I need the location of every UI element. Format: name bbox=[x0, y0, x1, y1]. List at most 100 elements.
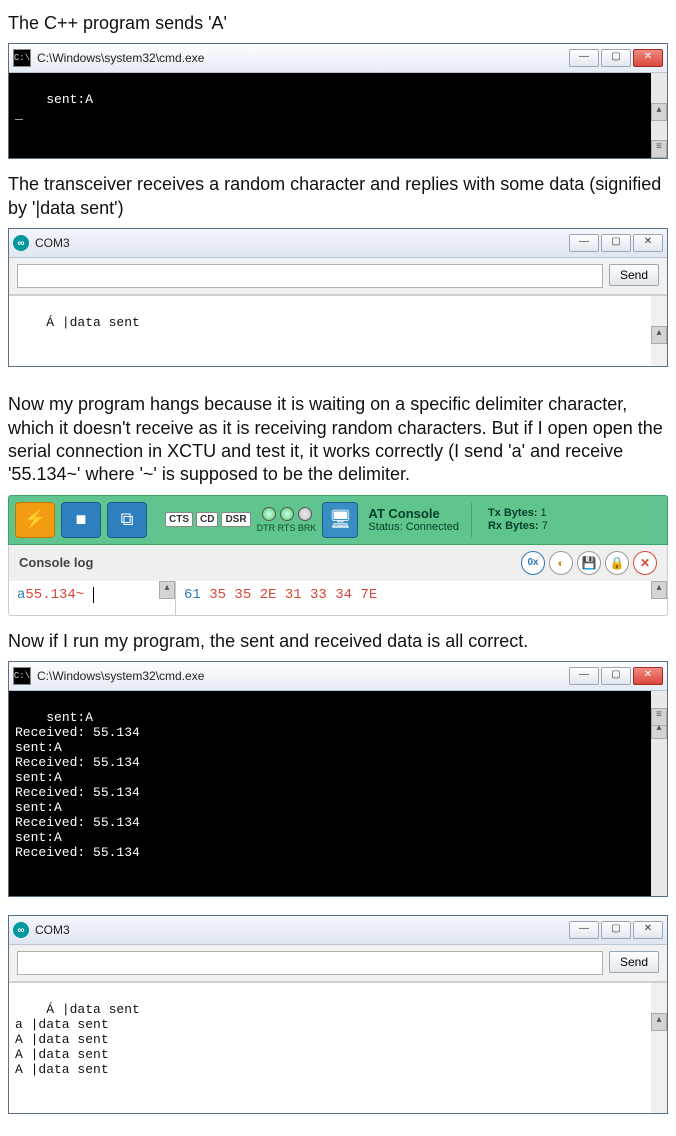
monitor-button[interactable]: 🖥 bbox=[322, 502, 358, 538]
cmd-output-text: sent:A _ bbox=[15, 92, 93, 122]
tx-value: 1 bbox=[541, 507, 547, 519]
serial-monitor-1: ∞ COM3 — ▢ ✕ Send Á |data sent ▴ bbox=[8, 228, 668, 367]
minimize-button[interactable]: — bbox=[569, 921, 599, 939]
serial-title: COM3 bbox=[35, 923, 569, 937]
serial-toolbar: Send bbox=[9, 258, 667, 295]
hex-toggle-button[interactable]: 0x bbox=[521, 551, 545, 575]
line-indicators: CTS CD DSR bbox=[165, 512, 251, 527]
serial-input[interactable] bbox=[17, 264, 603, 288]
connect-button[interactable]: ⚡ bbox=[15, 502, 55, 538]
tx-label: Tx Bytes: bbox=[488, 507, 538, 519]
cmd-title: C:\Windows\system32\cmd.exe bbox=[37, 669, 569, 683]
close-button[interactable]: ✕ bbox=[633, 234, 663, 252]
close-icon: ✕ bbox=[640, 556, 650, 570]
maximize-button[interactable]: ▢ bbox=[601, 234, 631, 252]
serial-output-text: Á |data sent bbox=[46, 315, 140, 330]
clear-icon: ◐ bbox=[557, 556, 564, 570]
monitor-icon: 🖥 bbox=[329, 509, 352, 530]
serial-title: COM3 bbox=[35, 236, 569, 250]
minimize-button[interactable]: — bbox=[569, 667, 599, 685]
scroll-up-icon[interactable]: ▴ bbox=[651, 1013, 667, 1031]
detach-button[interactable]: ⧉ bbox=[107, 502, 147, 538]
cts-indicator: CTS bbox=[165, 512, 193, 527]
clear-button[interactable]: ◐ bbox=[549, 551, 573, 575]
scrollbar[interactable]: ▴ bbox=[651, 296, 667, 366]
cmd-output: sent:A _ ▴ ≡ bbox=[9, 73, 667, 158]
scroll-down-icon[interactable]: ≡ bbox=[651, 140, 667, 158]
cmd-titlebar: C:\ C:\Windows\system32\cmd.exe — ▢ ✕ bbox=[9, 662, 667, 691]
serial-input[interactable] bbox=[17, 951, 603, 975]
send-button[interactable]: Send bbox=[609, 951, 659, 973]
console-log-header: Console log 0x ◐ 💾 🔒 ✕ bbox=[8, 545, 668, 581]
hex-sent: 61 bbox=[184, 587, 201, 603]
scrollbar[interactable]: ▴ ≡ bbox=[651, 691, 667, 896]
text-caret-icon bbox=[84, 587, 93, 603]
maximize-button[interactable]: ▢ bbox=[601, 921, 631, 939]
paragraph-1: The C++ program sends 'A' bbox=[8, 12, 668, 35]
byte-counters: Tx Bytes: 1 Rx Bytes: 7 bbox=[488, 507, 548, 533]
xctu-panel: ⚡ ■ ⧉ CTS CD DSR DTR RTS BRK 🖥 bbox=[8, 495, 668, 616]
minimize-button[interactable]: — bbox=[569, 49, 599, 67]
hex-received: 35 35 2E 31 33 34 7E bbox=[209, 587, 377, 603]
close-button[interactable]: ✕ bbox=[633, 49, 663, 67]
serial-monitor-2: ∞ COM3 — ▢ ✕ Send Á |data sent a |data s… bbox=[8, 915, 668, 1114]
dsr-indicator: DSR bbox=[221, 512, 250, 527]
cmd-window-2: C:\ C:\Windows\system32\cmd.exe — ▢ ✕ se… bbox=[8, 661, 668, 897]
scroll-up-icon[interactable]: ▴ bbox=[651, 581, 667, 599]
close-console-button[interactable]: ✕ bbox=[633, 551, 657, 575]
scroll-up-icon[interactable]: ▴ bbox=[651, 326, 667, 344]
maximize-button[interactable]: ▢ bbox=[601, 49, 631, 67]
scrollbar[interactable]: ▴ ≡ bbox=[651, 73, 667, 158]
paragraph-2: The transceiver receives a random charac… bbox=[8, 173, 668, 220]
status-label: Status: bbox=[368, 521, 402, 533]
rts-led-icon[interactable] bbox=[280, 507, 294, 521]
dtr-led-icon[interactable] bbox=[262, 507, 276, 521]
led-group: DTR RTS BRK bbox=[257, 507, 317, 533]
serial-output: Á |data sent ▴ bbox=[9, 295, 667, 366]
lock-button[interactable]: 🔒 bbox=[605, 551, 629, 575]
xctu-toolbar: ⚡ ■ ⧉ CTS CD DSR DTR RTS BRK 🖥 bbox=[8, 495, 668, 545]
console-log-body: a55.134~ ▴ 61 35 35 2E 31 33 34 7E ▴ bbox=[8, 581, 668, 616]
close-button[interactable]: ✕ bbox=[633, 667, 663, 685]
scroll-up-icon[interactable]: ▴ bbox=[651, 103, 667, 121]
record-button[interactable]: ■ bbox=[61, 502, 101, 538]
scrollbar[interactable]: ▴ bbox=[651, 983, 667, 1113]
cmd-titlebar: C:\ C:\Windows\system32\cmd.exe — ▢ ✕ bbox=[9, 44, 667, 73]
paragraph-4: Now if I run my program, the sent and re… bbox=[8, 630, 668, 653]
minimize-button[interactable]: — bbox=[569, 234, 599, 252]
plug-icon: ⚡ bbox=[24, 509, 46, 530]
status-block: AT Console Status: Connected bbox=[368, 507, 459, 533]
cmd-title: C:\Windows\system32\cmd.exe bbox=[37, 51, 569, 65]
window-buttons: — ▢ ✕ bbox=[569, 49, 663, 67]
status-value: Connected bbox=[406, 521, 459, 533]
close-button[interactable]: ✕ bbox=[633, 921, 663, 939]
serial-toolbar: Send bbox=[9, 945, 667, 982]
console-hex-column[interactable]: 61 35 35 2E 31 33 34 7E ▴ bbox=[176, 581, 667, 615]
arduino-icon: ∞ bbox=[13, 235, 29, 251]
brk-led-icon[interactable] bbox=[298, 507, 312, 521]
console-text-column[interactable]: a55.134~ ▴ bbox=[9, 581, 176, 615]
cmd-output: sent:A Received: 55.134 sent:A Received:… bbox=[9, 691, 667, 896]
serial-titlebar: ∞ COM3 — ▢ ✕ bbox=[9, 916, 667, 945]
save-button[interactable]: 💾 bbox=[577, 551, 601, 575]
window-buttons: — ▢ ✕ bbox=[569, 667, 663, 685]
lock-icon: 🔒 bbox=[610, 556, 625, 570]
maximize-button[interactable]: ▢ bbox=[601, 667, 631, 685]
status-title: AT Console bbox=[368, 507, 459, 521]
send-button[interactable]: Send bbox=[609, 264, 659, 286]
save-icon: 💾 bbox=[582, 556, 597, 570]
window-buttons: — ▢ ✕ bbox=[569, 921, 663, 939]
rx-label: Rx Bytes: bbox=[488, 520, 539, 532]
cmd-icon: C:\ bbox=[13, 667, 31, 685]
detach-icon: ⧉ bbox=[121, 509, 134, 530]
scroll-up-icon[interactable]: ▴ bbox=[159, 581, 175, 599]
arduino-icon: ∞ bbox=[13, 922, 29, 938]
cmd-window-1: C:\ C:\Windows\system32\cmd.exe — ▢ ✕ se… bbox=[8, 43, 668, 159]
scroll-thumb-icon[interactable]: ≡ bbox=[651, 708, 667, 726]
serial-titlebar: ∞ COM3 — ▢ ✕ bbox=[9, 229, 667, 258]
received-text: 55.134~ bbox=[25, 587, 84, 603]
record-icon: ■ bbox=[76, 509, 87, 530]
cd-indicator: CD bbox=[196, 512, 218, 527]
led-labels: DTR RTS BRK bbox=[257, 523, 317, 533]
rx-value: 7 bbox=[542, 520, 548, 532]
